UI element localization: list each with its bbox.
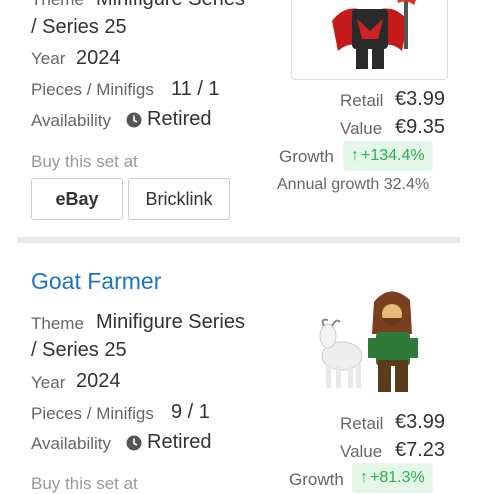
year-label: Year xyxy=(31,373,66,392)
pieces-label: Pieces / Minifigs xyxy=(31,404,154,423)
growth-label: Growth xyxy=(279,147,334,166)
theme-value-sub[interactable]: / Series 25 xyxy=(31,16,127,39)
availability-value: Retired xyxy=(147,431,212,453)
pieces-value: 9 / 1 xyxy=(171,401,210,423)
annual-growth: Annual growth 32.4% xyxy=(277,176,430,193)
buy-label: Buy this set at xyxy=(31,474,138,493)
value-value: €7.23 xyxy=(395,439,446,461)
section-divider xyxy=(18,237,460,243)
minifigure-image xyxy=(319,291,418,392)
value-label: Value xyxy=(340,442,383,461)
value-value: €9.35 xyxy=(395,116,446,138)
growth-label: Growth xyxy=(289,470,344,489)
availability-status: Retired xyxy=(126,431,211,454)
arrow-up-icon: ↑ xyxy=(360,469,368,486)
growth-badge: ↑ +134.4% xyxy=(343,141,433,171)
clock-icon xyxy=(126,112,142,128)
availability-value: Retired xyxy=(147,108,212,130)
growth-value: +134.4% xyxy=(361,147,425,164)
set-image[interactable] xyxy=(291,0,448,80)
availability-label: Availability xyxy=(31,111,112,130)
theme-value[interactable]: Minifigure Series xyxy=(96,311,245,334)
growth-value: +81.3% xyxy=(370,469,425,486)
pieces-value: 11 / 1 xyxy=(171,78,220,100)
bricklink-button[interactable]: Bricklink xyxy=(128,178,230,220)
theme-value[interactable]: Minifigure Series xyxy=(96,0,245,11)
theme-label: Theme xyxy=(31,314,84,333)
value-label: Value xyxy=(340,119,383,138)
year-label: Year xyxy=(31,49,66,68)
availability-status: Retired xyxy=(126,108,211,131)
set-title-link[interactable]: Goat Farmer xyxy=(31,268,161,295)
retail-label: Retail xyxy=(340,414,384,433)
ebay-button[interactable]: eBay xyxy=(31,178,123,220)
arrow-up-icon: ↑ xyxy=(351,147,359,164)
set-image[interactable] xyxy=(312,284,432,402)
availability-label: Availability xyxy=(31,434,112,453)
retail-value: €3.99 xyxy=(395,411,446,433)
buy-label: Buy this set at xyxy=(31,152,138,171)
year-value: 2024 xyxy=(76,47,121,69)
theme-value-sub[interactable]: / Series 25 xyxy=(31,339,127,362)
retail-label: Retail xyxy=(340,91,384,110)
pieces-label: Pieces / Minifigs xyxy=(31,80,154,99)
theme-label: Theme xyxy=(31,0,84,10)
retail-value: €3.99 xyxy=(395,88,446,110)
year-value: 2024 xyxy=(76,370,121,392)
growth-badge: ↑ +81.3% xyxy=(352,463,433,493)
clock-icon xyxy=(126,435,142,451)
minifigure-image xyxy=(332,0,416,69)
